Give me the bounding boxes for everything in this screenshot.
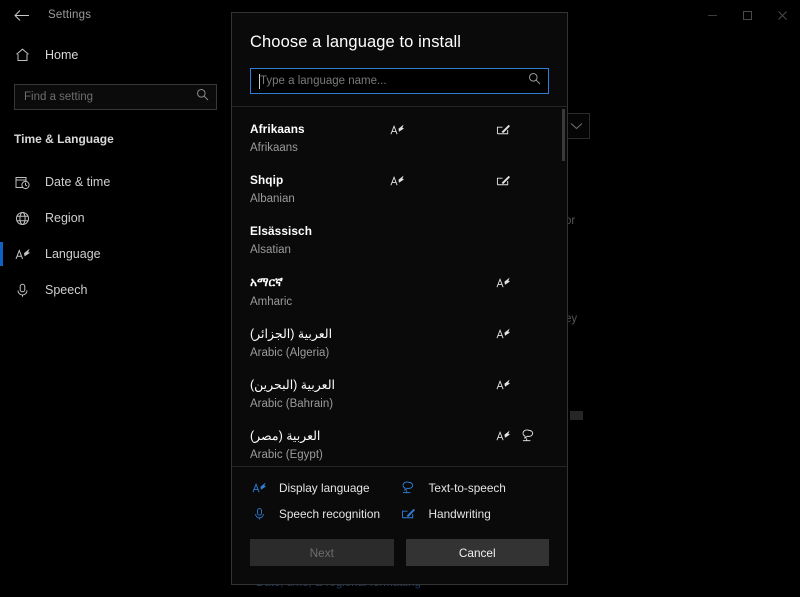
language-icon — [14, 247, 31, 262]
sidebar-item-date-time[interactable]: Date & time — [0, 164, 231, 200]
cancel-button[interactable]: Cancel — [406, 539, 550, 566]
language-search-input[interactable]: Type a language name... — [250, 68, 549, 94]
sidebar-item-region[interactable]: Region — [0, 200, 231, 236]
sidebar-section-title: Time & Language — [0, 110, 231, 146]
choose-language-dialog: Choose a language to install Type a lang… — [231, 12, 568, 585]
sidebar: Home Find a setting Time & Language — [0, 38, 231, 597]
search-input[interactable]: Find a setting — [14, 84, 217, 110]
legend-item-speech-recognition: Speech recognition — [250, 507, 400, 521]
scrollbar-thumb[interactable] — [562, 109, 565, 161]
language-english-name: Alsatian — [250, 238, 549, 256]
minimize-icon — [707, 10, 718, 21]
microphone-icon — [14, 283, 31, 298]
dialog-footer: Next Cancel — [232, 531, 567, 584]
list-item[interactable]: Elsässisch Alsatian — [232, 217, 567, 268]
window-controls — [695, 0, 800, 30]
language-english-name: Arabic (Algeria) — [250, 341, 549, 359]
list-item[interactable]: Shqip Albanian — [232, 166, 567, 217]
display-language-icon — [390, 172, 443, 190]
next-button[interactable]: Next — [250, 539, 394, 566]
language-search-placeholder: Type a language name... — [251, 75, 387, 87]
calendar-clock-icon — [14, 175, 31, 190]
chevron-down-icon — [570, 122, 583, 130]
display-language-icon — [496, 427, 514, 445]
sidebar-item-language[interactable]: Language — [0, 236, 231, 272]
handwriting-icon — [496, 172, 549, 190]
language-feature-icons — [496, 325, 549, 343]
legend-label: Display language — [279, 481, 370, 495]
back-button[interactable] — [0, 0, 44, 30]
legend-item-handwriting: Handwriting — [400, 507, 550, 521]
search-icon — [196, 88, 209, 106]
display-language-icon — [496, 376, 549, 394]
sidebar-item-label: Region — [45, 211, 85, 225]
sidebar-home-label: Home — [45, 48, 78, 62]
display-language-icon — [496, 274, 549, 292]
language-english-name: Arabic (Egypt) — [250, 443, 549, 461]
display-language-icon — [496, 325, 549, 343]
language-native-name: Elsässisch — [250, 217, 549, 238]
handwriting-icon — [496, 121, 549, 139]
sidebar-item-label: Date & time — [45, 175, 110, 189]
minimize-button[interactable] — [695, 0, 730, 30]
settings-app: Settings — [0, 0, 800, 597]
language-list[interactable]: Afrikaans Afrikaans — [232, 107, 567, 466]
list-item[interactable]: አማርኛ Amharic — [232, 268, 567, 319]
list-item[interactable]: العربية (الجزائر) Arabic (Algeria) — [232, 319, 567, 370]
legend-item-display-language: Display language — [250, 481, 400, 495]
language-english-name: Arabic (Bahrain) — [250, 392, 549, 410]
display-language-icon — [390, 121, 443, 139]
dialog-title: Choose a language to install — [250, 33, 549, 52]
maximize-icon — [742, 10, 753, 21]
home-icon — [14, 48, 31, 62]
microphone-icon — [250, 507, 268, 521]
globe-icon — [14, 211, 31, 226]
close-button[interactable] — [765, 0, 800, 30]
text-caret — [259, 74, 260, 89]
language-feature-icons — [496, 376, 549, 394]
language-feature-icons — [496, 427, 549, 445]
back-arrow-icon — [14, 9, 30, 22]
language-feature-icons — [496, 274, 549, 292]
legend-label: Handwriting — [429, 507, 491, 521]
sidebar-search: Find a setting — [0, 72, 231, 110]
legend-label: Speech recognition — [279, 507, 380, 521]
handwriting-icon — [400, 507, 418, 521]
maximize-button[interactable] — [730, 0, 765, 30]
sidebar-nav: Date & time Region — [0, 164, 231, 308]
search-icon — [528, 72, 541, 90]
close-icon — [777, 10, 788, 21]
text-to-speech-icon — [400, 481, 418, 495]
sidebar-item-home[interactable]: Home — [0, 38, 231, 72]
list-scrollbar[interactable] — [562, 107, 565, 466]
sidebar-item-speech[interactable]: Speech — [0, 272, 231, 308]
window-title: Settings — [48, 9, 91, 21]
dialog-header: Choose a language to install — [232, 13, 567, 52]
list-item[interactable]: Afrikaans Afrikaans — [232, 115, 567, 166]
display-language-icon — [250, 481, 268, 495]
text-to-speech-icon — [514, 427, 549, 445]
language-feature-icons — [390, 121, 549, 139]
sidebar-item-label: Speech — [45, 283, 87, 297]
language-english-name: Amharic — [250, 290, 549, 308]
sidebar-item-label: Language — [45, 247, 101, 261]
background-chip — [570, 411, 583, 420]
list-item[interactable]: العربية (مصر) Arabic (Egypt) — [232, 421, 567, 466]
legend-item-text-to-speech: Text-to-speech — [400, 481, 550, 495]
feature-legend: Display language Text-to-speech — [232, 467, 567, 531]
language-feature-icons — [390, 172, 549, 190]
search-placeholder: Find a setting — [15, 91, 93, 103]
legend-label: Text-to-speech — [429, 481, 506, 495]
list-item[interactable]: العربية (البحرين) Arabic (Bahrain) — [232, 370, 567, 421]
